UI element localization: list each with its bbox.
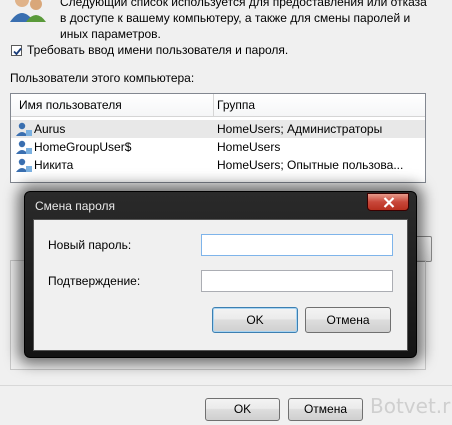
require-password-checkbox[interactable] (11, 45, 22, 56)
user-name: HomeGroupUser$ (34, 140, 132, 154)
table-row[interactable]: Aurus HomeUsers; Администраторы (11, 120, 425, 138)
change-password-dialog: Смена пароля Новый пароль: Подтверждение… (24, 191, 417, 358)
users-list[interactable]: Имя пользователя Группа Aurus HomeUsers;… (10, 93, 426, 183)
table-row[interactable]: HomeGroupUser$ HomeUsers (11, 138, 425, 156)
users-section-label: Пользователи этого компьютера: (10, 71, 195, 85)
user-icon (16, 158, 32, 172)
user-icon (16, 140, 32, 154)
user-group: HomeUsers; Опытные пользова... (217, 158, 404, 172)
dialog-cancel-button[interactable]: Отмена (305, 307, 391, 333)
column-header-group[interactable]: Группа (217, 98, 255, 112)
require-password-label[interactable]: Требовать ввод имени пользователя и паро… (27, 43, 288, 57)
dialog-body: Новый пароль: Подтверждение: OK Отмена (33, 219, 408, 351)
user-icon (16, 122, 32, 136)
new-password-input[interactable] (201, 234, 393, 256)
description-line-1: Следующий список используется для предос… (60, 0, 427, 9)
cancel-button[interactable]: Отмена (288, 398, 363, 421)
checkmark-icon (13, 47, 22, 56)
table-row[interactable]: Никита HomeUsers; Опытные пользова... (11, 156, 425, 174)
users-icon (8, 0, 48, 22)
dialog-ok-button[interactable]: OK (212, 307, 298, 333)
confirm-password-label: Подтверждение: (48, 274, 141, 288)
column-header-username[interactable]: Имя пользователя (19, 98, 122, 112)
description-line-2: в доступе к вашему компьютеру, а также д… (60, 11, 411, 25)
users-list-header: Имя пользователя Группа (11, 94, 425, 117)
divider (0, 385, 452, 386)
user-group: HomeUsers; Администраторы (217, 122, 383, 136)
user-name: Никита (34, 158, 74, 172)
description-line-3: иных параметров. (60, 27, 161, 41)
user-group: HomeUsers (217, 140, 281, 154)
close-icon (383, 197, 395, 208)
confirm-password-input[interactable] (201, 270, 393, 292)
watermark: Botvet.ru (370, 394, 452, 418)
column-separator[interactable] (213, 94, 214, 116)
user-name: Aurus (34, 122, 66, 136)
dialog-title: Смена пароля (35, 199, 115, 213)
close-button[interactable] (367, 193, 409, 211)
description-text: Следующий список используется для предос… (60, 0, 440, 42)
new-password-label: Новый пароль: (48, 238, 132, 252)
ok-button[interactable]: OK (205, 398, 280, 421)
